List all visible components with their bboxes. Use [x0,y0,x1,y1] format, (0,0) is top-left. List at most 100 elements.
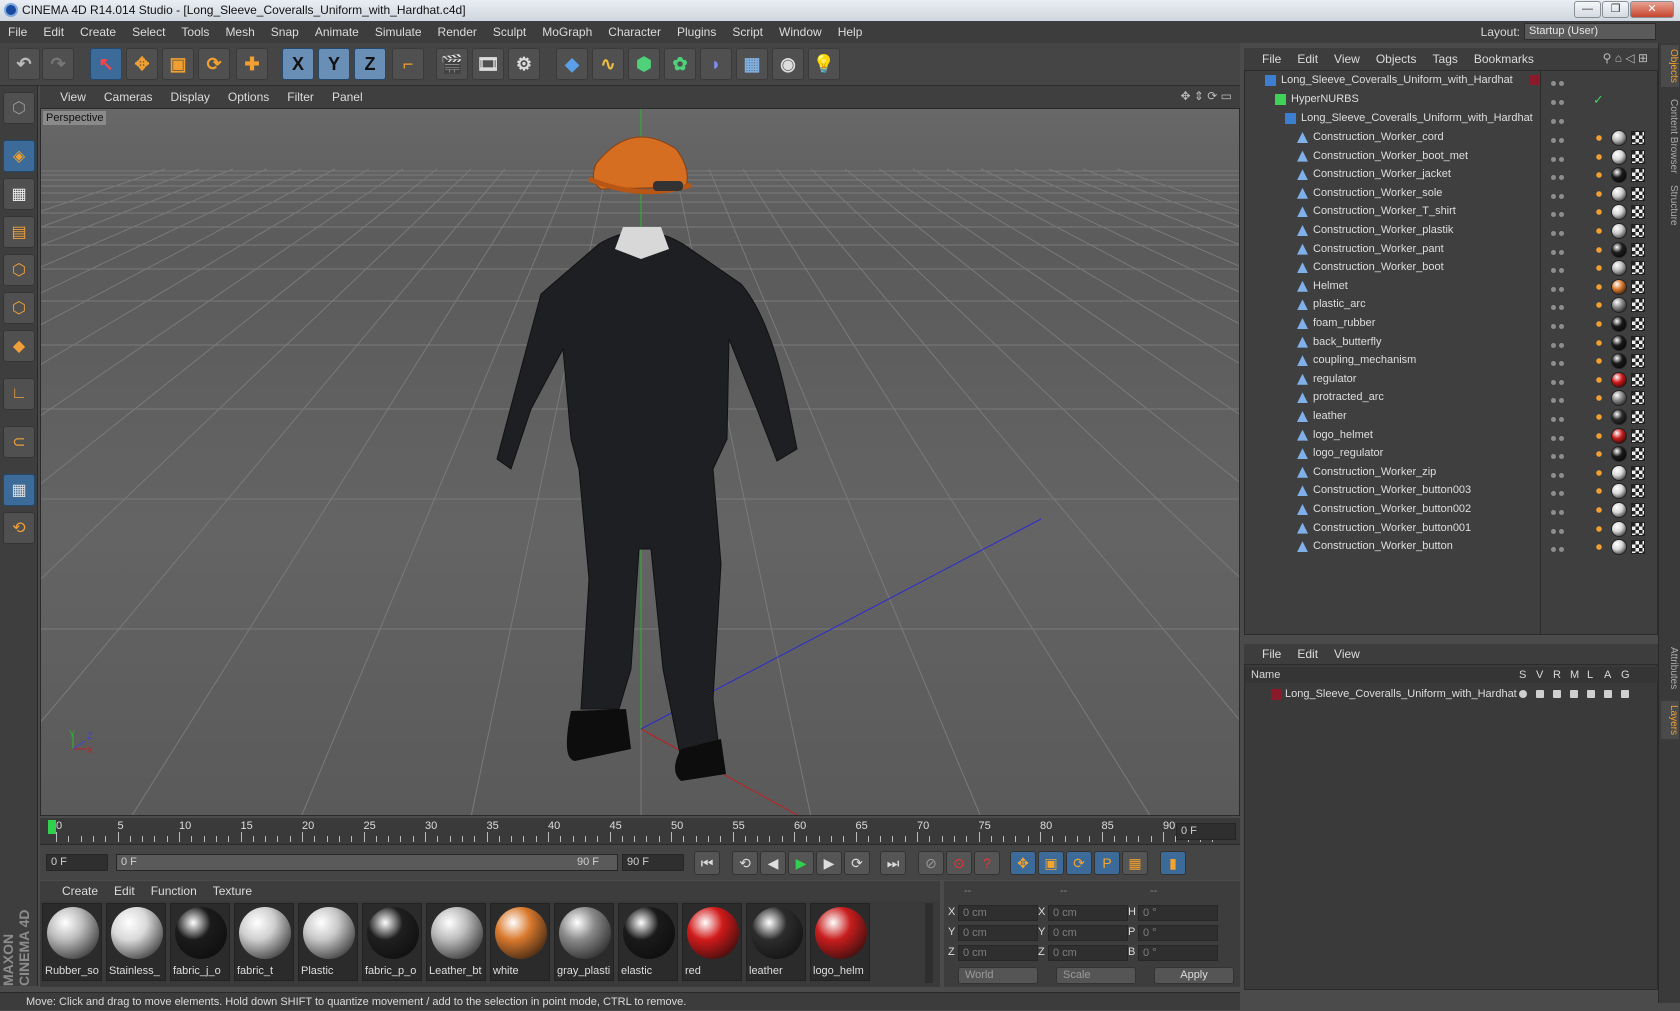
object-row-child[interactable]: Construction_Worker_sole [1245,184,1657,204]
minimize-button[interactable]: — [1574,1,1601,18]
autokey-icon[interactable]: ⊙ [946,851,972,875]
tab-structure[interactable]: Structure [1661,181,1679,230]
material-tag-icon[interactable] [1611,167,1627,184]
polygons-mode-icon[interactable]: ◆ [3,330,35,362]
object-row-child[interactable]: Construction_Worker_zip [1245,463,1657,483]
object-row-root[interactable]: Long_Sleeve_Coveralls_Uniform_with_Hardh… [1245,71,1657,91]
nurbs-icon[interactable]: ⬢ [628,48,660,80]
material-swatch[interactable]: fabric_j_o [170,903,230,981]
menu-item-animate[interactable]: Animate [307,21,367,43]
material-menu-texture[interactable]: Texture [205,881,260,901]
tab-attributes[interactable]: Attributes [1661,643,1679,693]
menu-item-mesh[interactable]: Mesh [217,21,262,43]
key-pla-icon[interactable]: ▦ [1122,851,1148,875]
locked-workplane-icon[interactable]: ▦ [3,474,35,506]
start-frame-field[interactable]: 0 F [46,854,108,871]
material-tag-icon[interactable] [1611,148,1627,165]
visibility-dots-icon[interactable] [1551,77,1567,86]
material-menu-edit[interactable]: Edit [106,881,143,901]
visibility-dots-icon[interactable] [1551,115,1567,124]
phong-tag-icon[interactable] [1593,299,1605,312]
menu-item-select[interactable]: Select [124,21,173,43]
material-tag-icon[interactable] [1611,260,1627,277]
phong-tag-icon[interactable] [1593,411,1605,423]
uvw-tag-icon[interactable] [1631,521,1645,536]
visibility-dots-icon[interactable] [1551,357,1567,367]
phong-tag-icon[interactable] [1593,243,1605,256]
viewport-menu-display[interactable]: Display [162,86,219,108]
material-swatch[interactable]: elastic [618,903,678,981]
uvw-tag-icon[interactable] [1631,298,1645,313]
live-select-icon[interactable]: ↖ [90,48,122,80]
material-swatch[interactable]: gray_plasti [554,903,614,981]
coord-value-field[interactable]: 0 cm [958,945,1038,961]
uvw-tag-icon[interactable] [1631,168,1645,183]
phong-tag-icon[interactable] [1593,169,1605,182]
phong-tag-icon[interactable] [1593,448,1605,461]
model-mode-icon[interactable]: ◈ [3,140,35,172]
phong-tag-icon[interactable] [1593,485,1605,498]
visibility-dots-icon[interactable] [1551,227,1567,236]
next-frame-icon[interactable]: ▶ [816,851,842,875]
uvw-tag-icon[interactable] [1631,149,1645,164]
light-icon[interactable]: 💡 [808,48,840,80]
material-tag-icon[interactable] [1611,464,1627,481]
menu-item-tools[interactable]: Tools [173,21,217,43]
tab-layers[interactable]: Layers [1661,701,1679,740]
material-tag-icon[interactable] [1611,483,1627,500]
planar-workplane-icon[interactable]: ⟲ [3,512,35,544]
prev-key-icon[interactable]: ⟲ [732,851,758,875]
menu-item-render[interactable]: Render [430,21,485,43]
menu-item-snap[interactable]: Snap [263,21,307,43]
menu-item-create[interactable]: Create [72,21,124,43]
layer-flag-icon[interactable] [1536,690,1544,698]
phong-tag-icon[interactable] [1593,187,1605,200]
magnet-icon[interactable]: ⊂ [3,426,35,458]
object-row-child[interactable]: coupling_mechanism [1245,351,1657,371]
visibility-dots-icon[interactable] [1551,190,1567,199]
uvw-tag-icon[interactable] [1631,465,1645,480]
visibility-dots-icon[interactable] [1551,394,1567,404]
object-row-child[interactable]: protracted_arc [1245,388,1657,408]
phong-tag-icon[interactable] [1593,280,1605,293]
object-menu-view[interactable]: View [1326,48,1368,70]
object-row-group[interactable]: Long_Sleeve_Coveralls_Uniform_with_Hardh… [1245,109,1657,129]
layer-color-icon[interactable] [1529,75,1539,85]
object-row-child[interactable]: Helmet [1245,277,1657,297]
spline-icon[interactable]: ∿ [592,48,624,80]
phong-tag-icon[interactable] [1593,225,1605,237]
menu-item-simulate[interactable]: Simulate [367,21,430,43]
object-row-child[interactable]: Construction_Worker_cord [1245,128,1657,148]
object-menu-edit[interactable]: Edit [1289,48,1326,70]
object-row-child[interactable]: Construction_Worker_plastik [1245,221,1657,241]
material-swatch[interactable]: Leather_bt [426,903,486,981]
visibility-dots-icon[interactable] [1551,208,1567,218]
material-tag-icon[interactable] [1611,185,1627,202]
layer-flag-icon[interactable] [1587,690,1595,698]
material-tag-icon[interactable] [1611,278,1627,295]
object-manager-search-icons[interactable]: ⚲ ⌂ ◁ ⊞ [1603,51,1648,65]
menu-item-window[interactable]: Window [771,21,830,43]
visibility-dots-icon[interactable] [1551,543,1567,553]
floor-icon[interactable]: ▦ [736,48,768,80]
coordinate-system-icon[interactable]: ⌐ [392,48,424,80]
object-row-child[interactable]: Construction_Worker_boot [1245,258,1657,278]
workplane-icon[interactable]: ▤ [3,216,35,248]
menu-item-character[interactable]: Character [600,21,669,43]
phong-tag-icon[interactable] [1593,318,1605,330]
z-axis-icon[interactable]: Z [354,48,386,80]
uvw-tag-icon[interactable] [1631,317,1645,331]
visibility-dots-icon[interactable] [1551,301,1567,311]
layer-flag-icon[interactable] [1553,690,1561,698]
edges-mode-icon[interactable]: ⬡ [3,292,35,324]
render-picture-viewer-icon[interactable]: 🎞 [472,48,504,80]
material-tag-icon[interactable] [1611,539,1627,556]
points-mode-icon[interactable]: ⬡ [3,254,35,286]
phong-tag-icon[interactable] [1593,206,1605,219]
material-swatch[interactable]: fabric_p_o [362,903,422,981]
visibility-dots-icon[interactable] [1551,96,1567,105]
material-swatch[interactable]: leather [746,903,806,981]
scale-icon[interactable]: ▣ [162,48,194,80]
material-swatch[interactable]: Plastic [298,903,358,981]
material-menu-create[interactable]: Create [54,881,106,901]
